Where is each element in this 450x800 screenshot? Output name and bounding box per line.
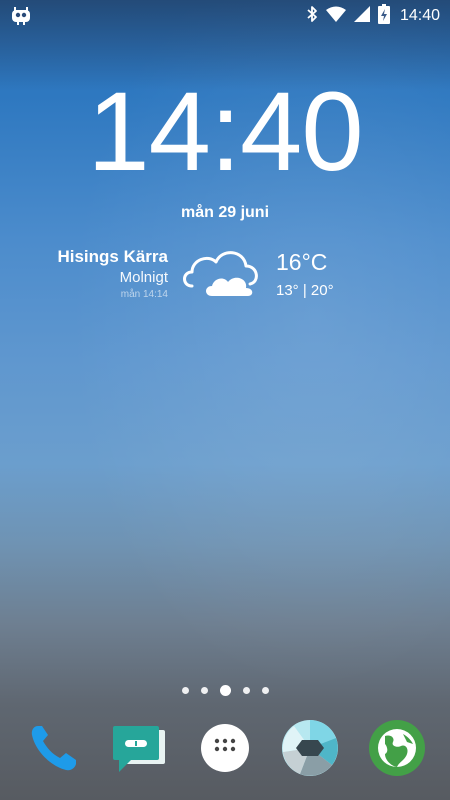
weather-updated: mån 14:14: [120, 289, 168, 300]
page-dot: [242, 686, 250, 694]
camera-app-button[interactable]: [278, 718, 342, 782]
phone-icon: [26, 720, 82, 781]
home-screen: 14:40 14:40 mån 29 juni Hisings Kärra Mo…: [0, 0, 450, 800]
app-drawer-button[interactable]: [193, 718, 257, 782]
battery-charging-icon: [377, 3, 390, 29]
status-bar: 14:40: [0, 0, 450, 32]
weather-range: 13° | 20°: [276, 282, 334, 299]
weather-temp-block: 16°C 13° | 20°: [276, 248, 334, 302]
browser-app-button[interactable]: [365, 718, 429, 782]
messaging-icon: [109, 720, 169, 781]
weather-location-block: Hisings Kärra Molnigt mån 14:14: [57, 246, 168, 302]
camera-shutter-icon: [280, 718, 340, 783]
browser-globe-icon: [367, 718, 427, 783]
cloudy-icon: [178, 242, 270, 302]
cell-signal-icon: [353, 5, 370, 27]
weather-temperature: 16°C: [276, 249, 328, 275]
bluetooth-icon: [306, 5, 318, 28]
lockscreen-date[interactable]: mån 29 juni: [0, 204, 450, 222]
weather-city: Hisings Kärra: [57, 247, 168, 266]
page-dot: [181, 686, 189, 694]
dock: [0, 718, 450, 788]
page-dot: [261, 686, 269, 694]
page-indicator: [0, 684, 450, 696]
cyanogenmod-icon: [10, 6, 32, 26]
lockscreen-clock[interactable]: 14:40: [0, 72, 450, 192]
wifi-icon: [325, 6, 346, 27]
messaging-app-button[interactable]: [107, 718, 171, 782]
page-dot: [200, 686, 208, 694]
weather-condition: Molnigt: [119, 269, 168, 286]
phone-app-button[interactable]: [22, 718, 86, 782]
weather-widget[interactable]: Hisings Kärra Molnigt mån 14:14 16°C 13°…: [0, 242, 450, 312]
page-dot-active: [219, 684, 231, 696]
app-drawer-icon: [198, 721, 252, 780]
status-time: 14:40: [399, 7, 440, 24]
